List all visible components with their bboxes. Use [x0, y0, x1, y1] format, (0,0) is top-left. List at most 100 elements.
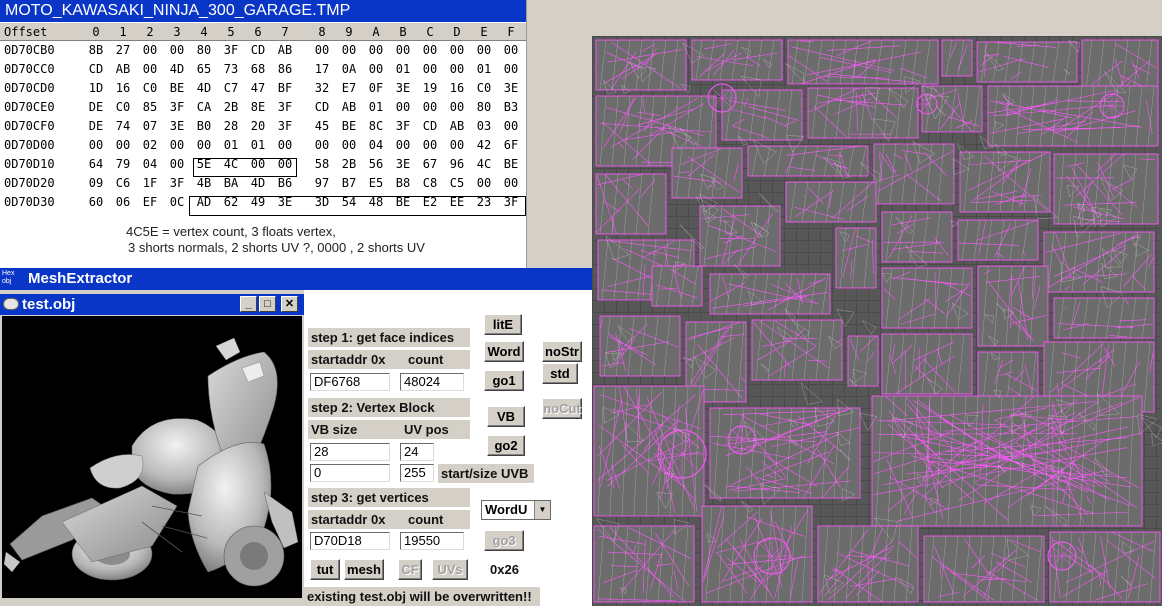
hex-byte[interactable]: 56: [365, 157, 387, 171]
hex-byte[interactable]: 00: [311, 43, 333, 57]
hex-byte[interactable]: 8E: [247, 100, 269, 114]
hex-byte[interactable]: 00: [112, 138, 134, 152]
hex-byte[interactable]: C8: [419, 176, 441, 190]
hex-byte[interactable]: B3: [500, 100, 522, 114]
hex-byte[interactable]: EF: [139, 195, 161, 209]
hex-byte[interactable]: 00: [365, 43, 387, 57]
hex-byte[interactable]: BA: [220, 176, 242, 190]
hex-byte[interactable]: 00: [473, 176, 495, 190]
hex-byte[interactable]: 47: [247, 81, 269, 95]
hex-byte[interactable]: 3E: [392, 157, 414, 171]
hex-byte[interactable]: 80: [193, 43, 215, 57]
hex-byte[interactable]: 00: [446, 62, 468, 76]
hex-byte[interactable]: 3F: [392, 119, 414, 133]
hex-byte[interactable]: AB: [446, 119, 468, 133]
hex-byte[interactable]: 20: [247, 119, 269, 133]
hex-byte[interactable]: 00: [419, 138, 441, 152]
go1-button[interactable]: go1: [484, 370, 524, 391]
hex-byte[interactable]: 00: [166, 43, 188, 57]
hex-row[interactable]: 0D70D00 00 00 02 00 00 01 01 00 00 00 04 00 00 00 42 6F: [0, 138, 526, 157]
hex-row[interactable]: 0D70CE0 DE C0 85 3F CA 2B 8E 3F CD AB 01 00 00 00 80 B3: [0, 100, 526, 119]
vb-size-input[interactable]: 28: [310, 443, 390, 461]
uvs-button[interactable]: UVs: [432, 559, 468, 580]
hex-byte[interactable]: CA: [193, 100, 215, 114]
hex-byte[interactable]: 00: [500, 43, 522, 57]
hex-byte[interactable]: CD: [247, 43, 269, 57]
hex-byte[interactable]: 00: [392, 43, 414, 57]
hex-byte[interactable]: 64: [85, 157, 107, 171]
hex-byte[interactable]: 00: [166, 138, 188, 152]
vert-startaddr-input[interactable]: D70D18: [310, 532, 390, 550]
vert-count-input[interactable]: 19550: [400, 532, 464, 550]
hex-byte[interactable]: 79: [112, 157, 134, 171]
hex-byte[interactable]: 73: [220, 62, 242, 76]
std-button[interactable]: std: [542, 363, 578, 384]
word-button[interactable]: Word: [484, 341, 524, 362]
hex-byte[interactable]: DE: [85, 100, 107, 114]
hex-byte[interactable]: 00: [166, 157, 188, 171]
hex-byte[interactable]: 00: [392, 138, 414, 152]
uv-pos-input[interactable]: 24: [400, 443, 434, 461]
hex-byte[interactable]: 32: [311, 81, 333, 95]
hex-row[interactable]: 0D70D20 09 C6 1F 3F 4B BA 4D B6 97 B7 E5 B8 C8 C5 00 00: [0, 176, 526, 195]
hex-byte[interactable]: 03: [473, 119, 495, 133]
hex-byte[interactable]: 1F: [139, 176, 161, 190]
hex-byte[interactable]: CD: [419, 119, 441, 133]
hex-byte[interactable]: 00: [139, 43, 161, 57]
hex-byte[interactable]: 2B: [220, 100, 242, 114]
hex-byte[interactable]: 00: [419, 62, 441, 76]
vb-button[interactable]: VB: [487, 406, 525, 427]
hex-byte[interactable]: 00: [500, 62, 522, 76]
hex-byte[interactable]: 00: [365, 62, 387, 76]
hex-byte[interactable]: 96: [446, 157, 468, 171]
hex-byte[interactable]: DE: [85, 119, 107, 133]
hex-byte[interactable]: 01: [365, 100, 387, 114]
nocut-button[interactable]: noCut: [542, 398, 582, 419]
hex-byte[interactable]: 1D: [85, 81, 107, 95]
hex-byte[interactable]: 60: [85, 195, 107, 209]
hex-byte[interactable]: B6: [274, 176, 296, 190]
hex-byte[interactable]: 09: [85, 176, 107, 190]
hex-byte[interactable]: 97: [311, 176, 333, 190]
hex-byte[interactable]: C7: [220, 81, 242, 95]
hex-byte[interactable]: 17: [311, 62, 333, 76]
hex-byte[interactable]: C0: [112, 100, 134, 114]
hex-byte[interactable]: C0: [473, 81, 495, 95]
hex-byte[interactable]: 3F: [166, 176, 188, 190]
hex-byte[interactable]: 4D: [166, 62, 188, 76]
hex-byte[interactable]: 8C: [365, 119, 387, 133]
hex-byte[interactable]: 6F: [500, 138, 522, 152]
hex-row[interactable]: 0D70CB0 8B 27 00 00 80 3F CD AB 00 00 00 00 00 00 00 00: [0, 43, 526, 62]
word-mode-select[interactable]: WordU ▼: [481, 500, 551, 520]
maximize-icon[interactable]: □: [259, 296, 276, 312]
hex-byte[interactable]: 3F: [220, 43, 242, 57]
hex-byte[interactable]: 58: [311, 157, 333, 171]
hex-byte[interactable]: 01: [473, 62, 495, 76]
hex-byte[interactable]: 00: [274, 138, 296, 152]
hex-byte[interactable]: 00: [500, 119, 522, 133]
uv-map-panel[interactable]: [592, 36, 1162, 606]
hex-byte[interactable]: 3F: [274, 119, 296, 133]
hex-byte[interactable]: 0F: [365, 81, 387, 95]
hex-byte[interactable]: BF: [274, 81, 296, 95]
hex-byte[interactable]: 3E: [500, 81, 522, 95]
hex-byte[interactable]: 04: [139, 157, 161, 171]
hex-byte[interactable]: AB: [274, 43, 296, 57]
hex-row[interactable]: 0D70CC0 CD AB 00 4D 65 73 68 86 17 0A 00 01 00 00 01 00: [0, 62, 526, 81]
hex-byte[interactable]: 01: [220, 138, 242, 152]
hex-byte[interactable]: 19: [419, 81, 441, 95]
hex-byte[interactable]: 00: [85, 138, 107, 152]
3d-viewport[interactable]: [2, 316, 302, 598]
hex-byte[interactable]: 3E: [392, 81, 414, 95]
hex-byte[interactable]: BE: [500, 157, 522, 171]
hex-byte[interactable]: 4C: [473, 157, 495, 171]
hex-byte[interactable]: 45: [311, 119, 333, 133]
hex-byte[interactable]: 68: [247, 62, 269, 76]
hex-byte[interactable]: B7: [338, 176, 360, 190]
hex-byte[interactable]: C5: [446, 176, 468, 190]
hex-byte[interactable]: 00: [500, 176, 522, 190]
hex-byte[interactable]: 00: [338, 43, 360, 57]
hex-byte[interactable]: 00: [193, 138, 215, 152]
hex-byte[interactable]: 00: [446, 138, 468, 152]
lite-button[interactable]: litE: [484, 314, 522, 335]
